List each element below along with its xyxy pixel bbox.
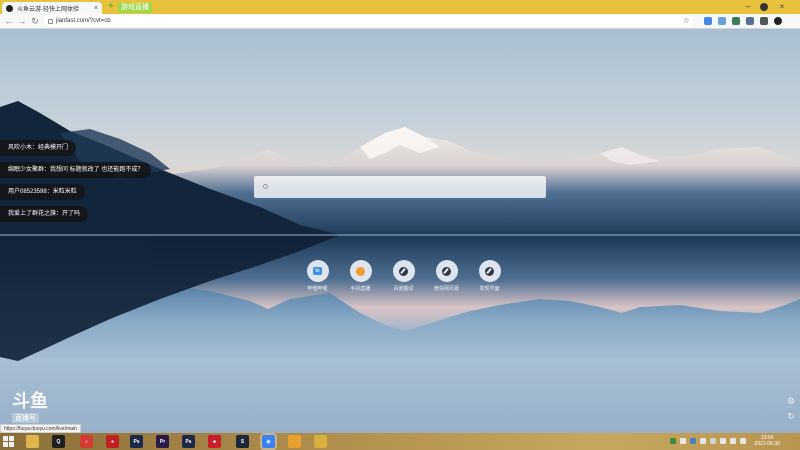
taskbar-photoshop-icon[interactable]: Ps	[130, 435, 143, 448]
address-bar[interactable]: jianfast.com/?cvt=cb ☆	[44, 15, 694, 27]
link-status-bar: https://huya.douyu.com/live/main	[0, 424, 81, 433]
shortcut-discover[interactable]: 发现号面	[468, 260, 511, 292]
site-favicon-icon	[6, 4, 13, 12]
shortcut-label: 微信网页版	[433, 286, 459, 292]
tray-icon[interactable]	[730, 438, 736, 444]
stream-tag-label: 游戏直播	[118, 3, 152, 13]
compass-icon	[478, 260, 501, 282]
input-method-icon[interactable]	[740, 438, 746, 444]
taskbar-chrome-icon[interactable]: ◉	[262, 435, 275, 448]
shortcut-grid: bi 哔哩哔哩 手机直播 百度翻译 微信网页版 发现号面	[296, 260, 511, 292]
volume-icon[interactable]	[710, 438, 716, 444]
refresh-icon[interactable]: ↻	[786, 411, 796, 421]
danmu-comment: 绵眠少女聚群：我想问 标题就改了 也还能跑不成？	[0, 162, 152, 178]
bilibili-icon: bi	[306, 260, 329, 282]
minimize-button[interactable]: –	[744, 3, 752, 11]
search-input[interactable]	[254, 176, 546, 198]
extension-icon[interactable]	[718, 17, 726, 25]
extension-translate-icon[interactable]	[704, 17, 712, 25]
taskbar-netease-music-icon[interactable]: ♪	[80, 435, 93, 448]
window-close-button[interactable]: ×	[778, 3, 786, 11]
danmu-comment: 风吹小木：经典模开门	[0, 140, 77, 156]
mountain-lake-wallpaper	[0, 101, 800, 361]
browser-tab-strip: 斗鱼云游-轻快上网体验 × + 游戏直播 – ×	[0, 0, 800, 14]
browser-toolbar: ← → ↻ jianfast.com/?cvt=cb ☆	[0, 14, 800, 29]
taskbar-file-explorer-icon[interactable]	[26, 435, 39, 448]
url-text: jianfast.com/?cvt=cb	[56, 18, 111, 24]
system-clock[interactable]: 19:04 2021-06-30	[754, 435, 780, 447]
shortcut-label: 百度翻译	[393, 286, 414, 292]
shortcut-mobile-live[interactable]: 手机直播	[339, 260, 382, 292]
tray-icon[interactable]	[690, 438, 696, 444]
network-icon[interactable]	[700, 438, 706, 444]
compass-icon	[435, 260, 458, 282]
extension-icon[interactable]	[746, 17, 754, 25]
extension-icon[interactable]	[732, 17, 740, 25]
settings-gear-icon[interactable]: ⚙	[786, 396, 796, 406]
taskbar-app-game-icon[interactable]	[314, 435, 327, 448]
shortcut-baidu-translate[interactable]: 百度翻译	[382, 260, 425, 292]
reload-button[interactable]: ↻	[30, 16, 40, 26]
browser-tab-active[interactable]: 斗鱼云游-轻快上网体验 ×	[2, 2, 102, 14]
record-icon	[760, 3, 768, 11]
taskbar-premiere-icon[interactable]: Pr	[156, 435, 169, 448]
danmu-comment: 用户08523598：米粒米粒	[0, 184, 85, 200]
new-tab-page: 风吹小木：经典模开门 绵眠少女聚群：我想问 标题就改了 也还能跑不成？ 用户08…	[0, 29, 800, 433]
tab-close-icon[interactable]: ×	[94, 5, 98, 12]
shortcut-label: 手机直播	[350, 286, 371, 292]
lock-icon	[48, 18, 53, 24]
shortcut-bilibili[interactable]: bi 哔哩哔哩	[296, 260, 339, 292]
douyu-watermark-logo: 斗鱼 直播号	[12, 391, 48, 423]
tab-title: 斗鱼云游-轻快上网体验	[17, 6, 79, 13]
tray-icon[interactable]	[680, 438, 686, 444]
orange-app-icon	[349, 260, 372, 282]
profile-avatar-icon[interactable]	[774, 17, 782, 25]
taskbar-maple-icon[interactable]: ♣	[208, 435, 221, 448]
shortcut-label: 发现号面	[479, 286, 500, 292]
taskbar-steam-icon[interactable]: S	[236, 435, 249, 448]
tray-icon[interactable]	[670, 438, 676, 444]
shortcut-wechat-web[interactable]: 微信网页版	[425, 260, 468, 292]
tray-icon[interactable]	[720, 438, 726, 444]
search-icon	[263, 184, 268, 189]
taskbar-photoshop-2-icon[interactable]: Ps	[182, 435, 195, 448]
shortcut-label: 哔哩哔哩	[307, 286, 328, 292]
forward-button[interactable]: →	[17, 16, 27, 26]
taskbar-player-icon[interactable]: ●	[106, 435, 119, 448]
back-button[interactable]: ←	[4, 16, 14, 26]
start-button-windows-icon[interactable]	[3, 436, 14, 447]
new-tab-button[interactable]: +	[108, 2, 114, 12]
danmu-comment: 我爱上了群花之旗：开了吗	[0, 206, 89, 222]
compass-icon	[392, 260, 415, 282]
bookmark-star-icon[interactable]: ☆	[683, 16, 690, 25]
windows-taskbar: Q ♪ ● Ps Pr Ps ♣ S ◉ 19:04 2021-06-30	[0, 433, 800, 450]
extension-icon[interactable]	[760, 17, 768, 25]
taskbar-qq-icon[interactable]: Q	[52, 435, 65, 448]
taskbar-app-orange-icon[interactable]	[288, 435, 301, 448]
